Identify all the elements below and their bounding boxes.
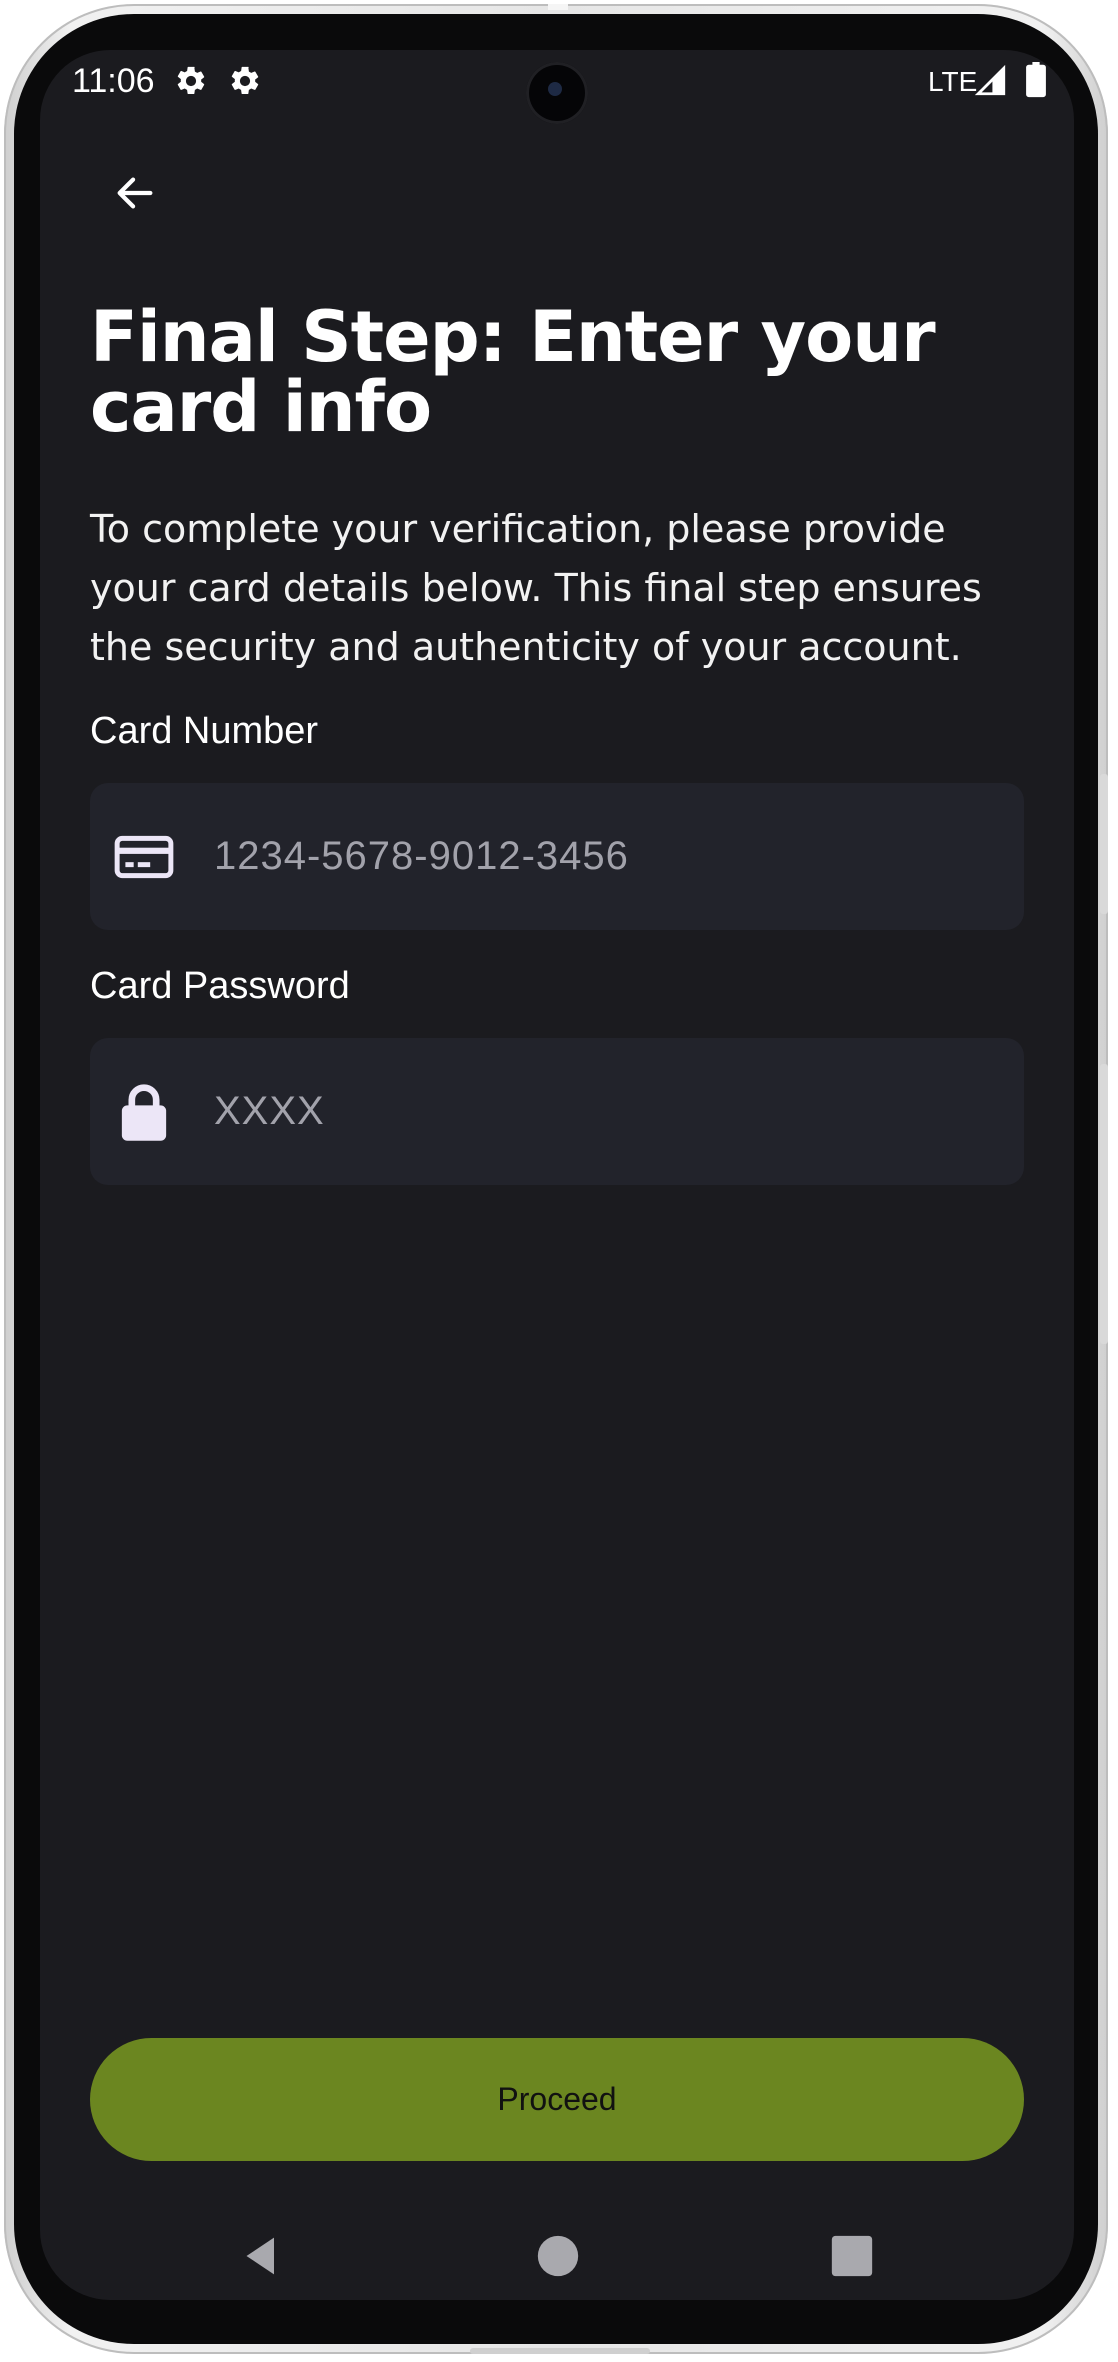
lock-icon — [112, 1080, 176, 1144]
home-circle-icon[interactable] — [536, 2234, 580, 2278]
arrow-left-icon — [117, 177, 153, 209]
recents-square-icon[interactable] — [830, 2234, 874, 2278]
front-camera — [526, 62, 588, 124]
phone-frame: 11:06 LTE Final Step: Enter your card in… — [4, 4, 1108, 2354]
power-button — [1100, 774, 1108, 914]
frame-top-detail — [548, 4, 568, 10]
card-number-field[interactable] — [90, 783, 1024, 930]
volume-button — [1100, 1064, 1108, 1344]
card-password-field[interactable] — [90, 1038, 1024, 1185]
back-triangle-icon[interactable] — [241, 2234, 285, 2278]
system-nav-bar — [40, 2220, 1074, 2300]
card-password-label: Card Password — [90, 965, 350, 1007]
battery-icon — [1026, 62, 1046, 98]
status-bar: 11:06 LTE — [40, 50, 1074, 140]
back-button[interactable] — [100, 158, 170, 228]
credit-card-icon — [112, 825, 176, 889]
card-number-label: Card Number — [90, 710, 319, 752]
page-title: Final Step: Enter your card info — [90, 296, 936, 448]
frame-bottom-detail — [470, 2348, 650, 2354]
network-type: LTE — [928, 66, 978, 97]
signal-icon — [974, 64, 1006, 96]
proceed-button[interactable]: Proceed — [90, 2038, 1024, 2161]
page-description: To complete your verification, please pr… — [90, 507, 982, 669]
status-time: 11:06 — [72, 62, 155, 100]
gear-icon — [231, 66, 259, 95]
gear-icon — [177, 66, 205, 95]
card-password-input[interactable] — [212, 1038, 1002, 1185]
app-screen: 11:06 LTE Final Step: Enter your card in… — [40, 50, 1074, 2300]
card-number-input[interactable] — [212, 783, 1002, 930]
